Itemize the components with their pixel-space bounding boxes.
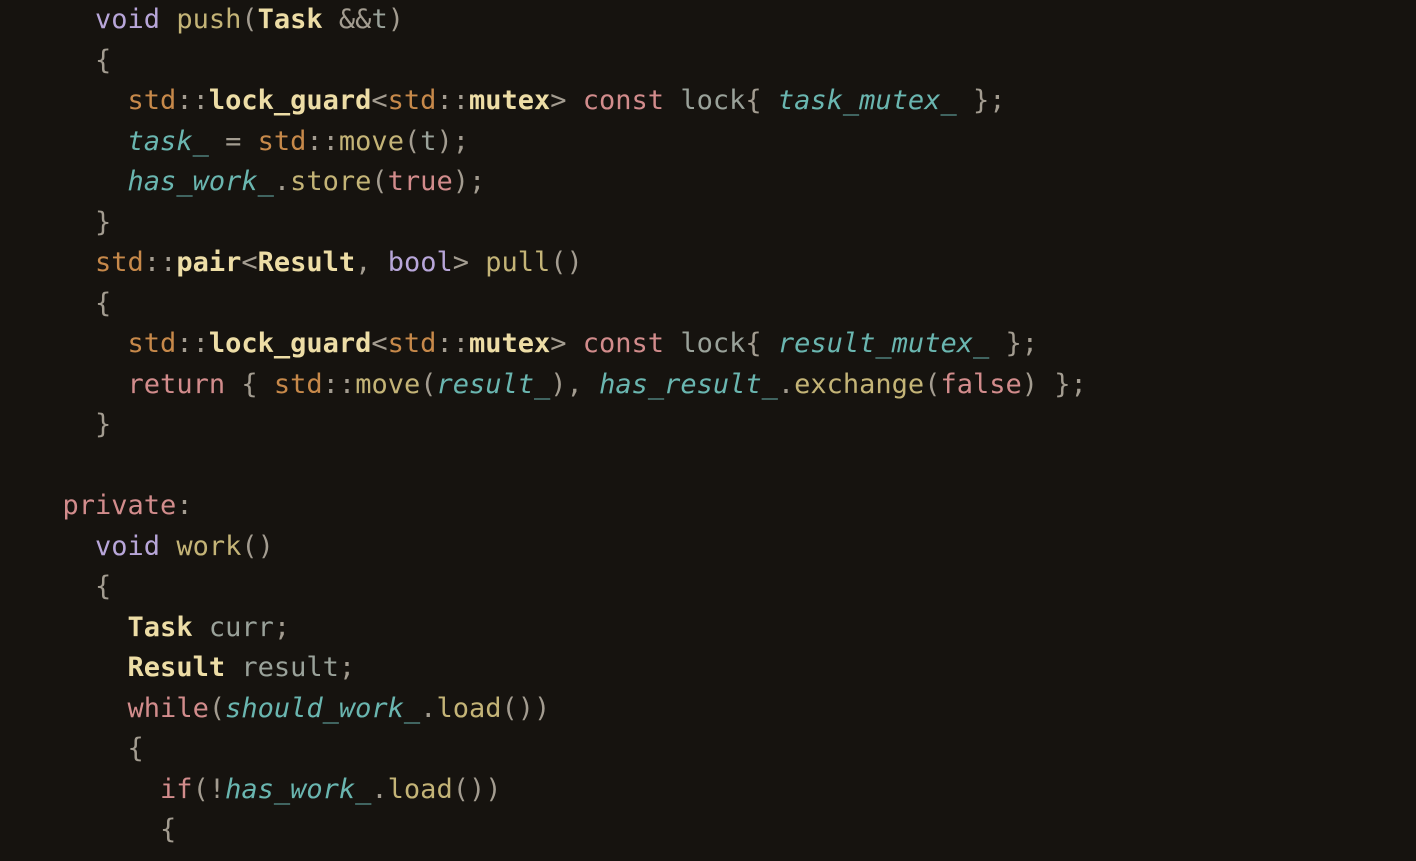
var-lock: lock [680, 85, 745, 116]
keyword-bool: bool [388, 247, 453, 278]
member-has-work: has_work_ [128, 166, 274, 197]
literal-true: true [388, 166, 453, 197]
fn-exchange: exchange [794, 369, 924, 400]
member-result-mutex: result_mutex_ [778, 328, 989, 359]
member-task: task_ [128, 126, 209, 157]
fn-store: store [290, 166, 371, 197]
keyword-void: void [95, 4, 160, 35]
type-mutex: mutex [469, 85, 550, 116]
fn-work: work [176, 531, 241, 562]
ns-std: std [128, 85, 177, 116]
member-task-mutex: task_mutex_ [778, 85, 957, 116]
param-t: t [371, 4, 387, 35]
keyword-if: if [160, 774, 193, 805]
fn-pull: pull [485, 247, 550, 278]
fn-push: push [176, 4, 241, 35]
member-has-result: has_result_ [599, 369, 778, 400]
literal-false: false [940, 369, 1021, 400]
type-pair: pair [176, 247, 241, 278]
keyword-private: private [63, 490, 177, 521]
member-should-work: should_work_ [225, 693, 420, 724]
fn-load: load [436, 693, 501, 724]
var-curr: curr [209, 612, 274, 643]
type-lock-guard: lock_guard [209, 85, 372, 116]
keyword-return: return [128, 369, 226, 400]
keyword-const: const [583, 85, 664, 116]
keyword-while: while [128, 693, 209, 724]
member-result: result_ [436, 369, 550, 400]
type-result: Result [258, 247, 356, 278]
code-block: void push(Task &&t) { std::lock_guard<st… [0, 0, 1416, 851]
fn-move: move [339, 126, 404, 157]
type-task: Task [258, 4, 323, 35]
var-result: result [241, 652, 339, 683]
